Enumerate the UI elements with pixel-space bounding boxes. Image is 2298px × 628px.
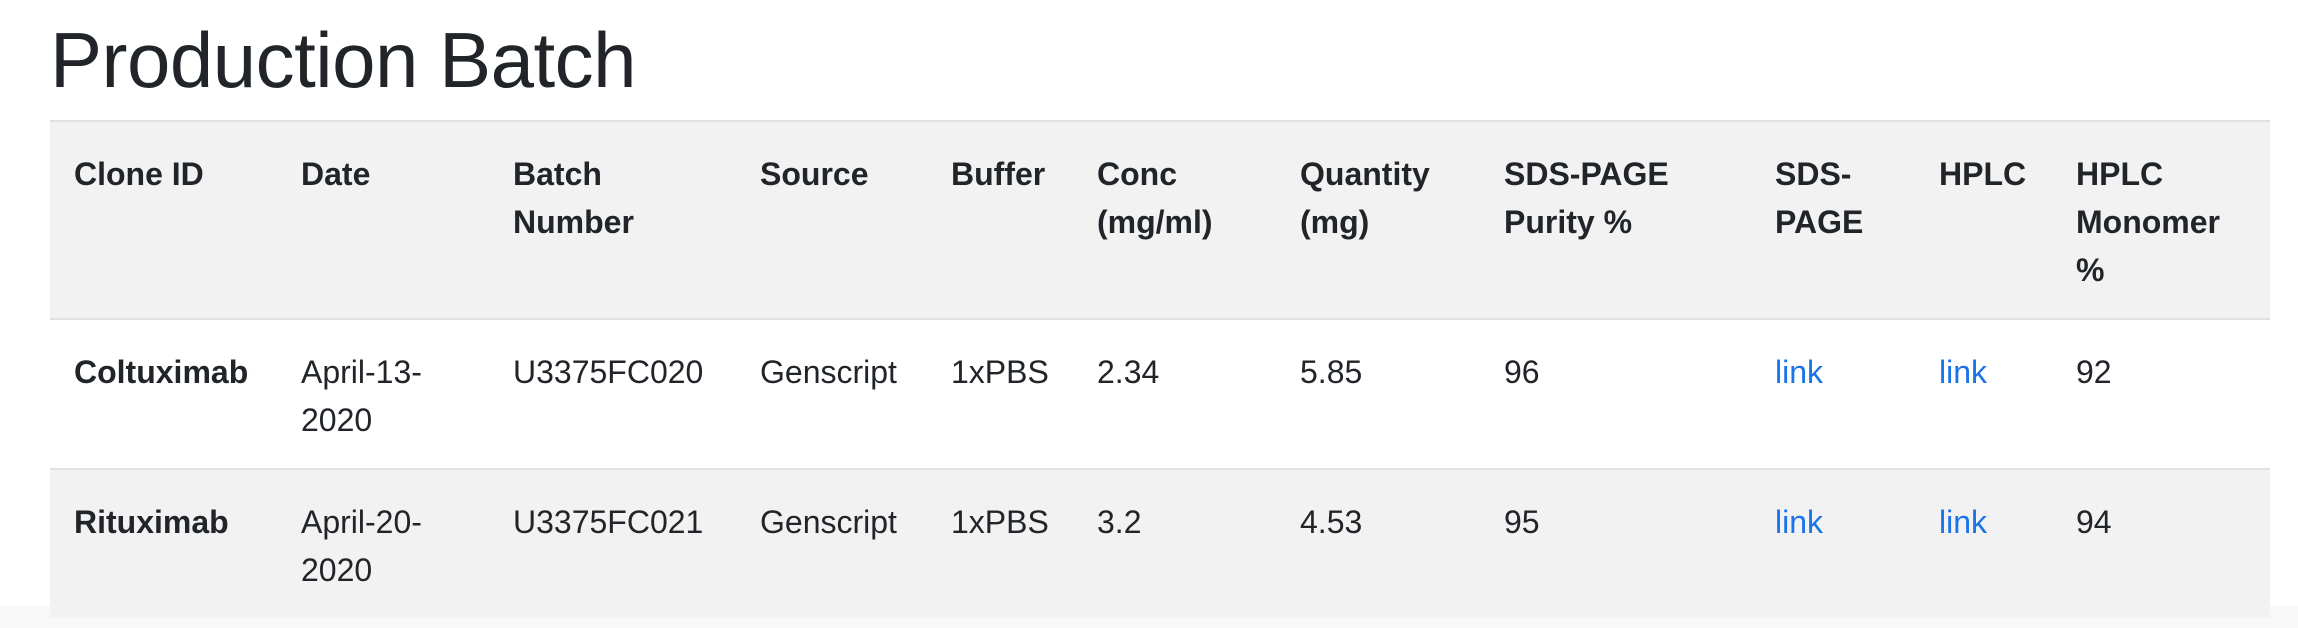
hplc-cell: link [1915, 468, 2052, 618]
date-cell: April-20-2020 [277, 468, 489, 618]
sds-page-cell: link [1751, 318, 1915, 469]
hplc-cell: link [1915, 318, 2052, 469]
conc-cell: 2.34 [1073, 318, 1276, 469]
header-date[interactable]: Date [277, 120, 489, 320]
table-row: Coltuximab April-13-2020 U3375FC020 Gens… [50, 318, 2270, 469]
batch-number-cell: U3375FC020 [489, 318, 736, 469]
sds-page-purity-cell: 96 [1480, 318, 1751, 469]
header-buffer[interactable]: Buffer [927, 120, 1073, 320]
quantity-cell: 5.85 [1276, 318, 1480, 469]
buffer-cell: 1xPBS [927, 318, 1073, 469]
table-row: Rituximab April-20-2020 U3375FC021 Gensc… [50, 468, 2270, 618]
hplc-link[interactable]: link [1939, 354, 1987, 390]
date-cell: April-13-2020 [277, 318, 489, 469]
source-cell: Genscript [736, 468, 927, 618]
header-hplc-monomer[interactable]: HPLC Monomer % [2052, 120, 2270, 320]
clone-id-cell: Coltuximab [50, 318, 277, 469]
conc-cell: 3.2 [1073, 468, 1276, 618]
table-header-row: Clone ID Date Batch Number Source Buffer… [50, 120, 2270, 320]
sds-page-link[interactable]: link [1775, 504, 1823, 540]
sds-page-link[interactable]: link [1775, 354, 1823, 390]
sds-page-purity-cell: 95 [1480, 468, 1751, 618]
page: Production Batch Clone ID Date Batch Num… [0, 0, 2298, 628]
header-hplc[interactable]: HPLC [1915, 120, 2052, 320]
header-quantity[interactable]: Quantity (mg) [1276, 120, 1480, 320]
batch-number-cell: U3375FC021 [489, 468, 736, 618]
quantity-cell: 4.53 [1276, 468, 1480, 618]
header-sds-page-purity[interactable]: SDS-PAGE Purity % [1480, 120, 1751, 320]
header-batch-number[interactable]: Batch Number [489, 120, 736, 320]
hplc-monomer-cell: 94 [2052, 468, 2270, 618]
hplc-monomer-cell: 92 [2052, 318, 2270, 469]
source-cell: Genscript [736, 318, 927, 469]
page-title: Production Batch [50, 16, 637, 104]
header-conc[interactable]: Conc (mg/ml) [1073, 120, 1276, 320]
header-sds-page[interactable]: SDS-PAGE [1751, 120, 1915, 320]
clone-id-cell: Rituximab [50, 468, 277, 618]
production-batch-table: Clone ID Date Batch Number Source Buffer… [50, 120, 2270, 618]
sds-page-cell: link [1751, 468, 1915, 618]
header-clone-id[interactable]: Clone ID [50, 120, 277, 320]
hplc-link[interactable]: link [1939, 504, 1987, 540]
buffer-cell: 1xPBS [927, 468, 1073, 618]
header-source[interactable]: Source [736, 120, 927, 320]
